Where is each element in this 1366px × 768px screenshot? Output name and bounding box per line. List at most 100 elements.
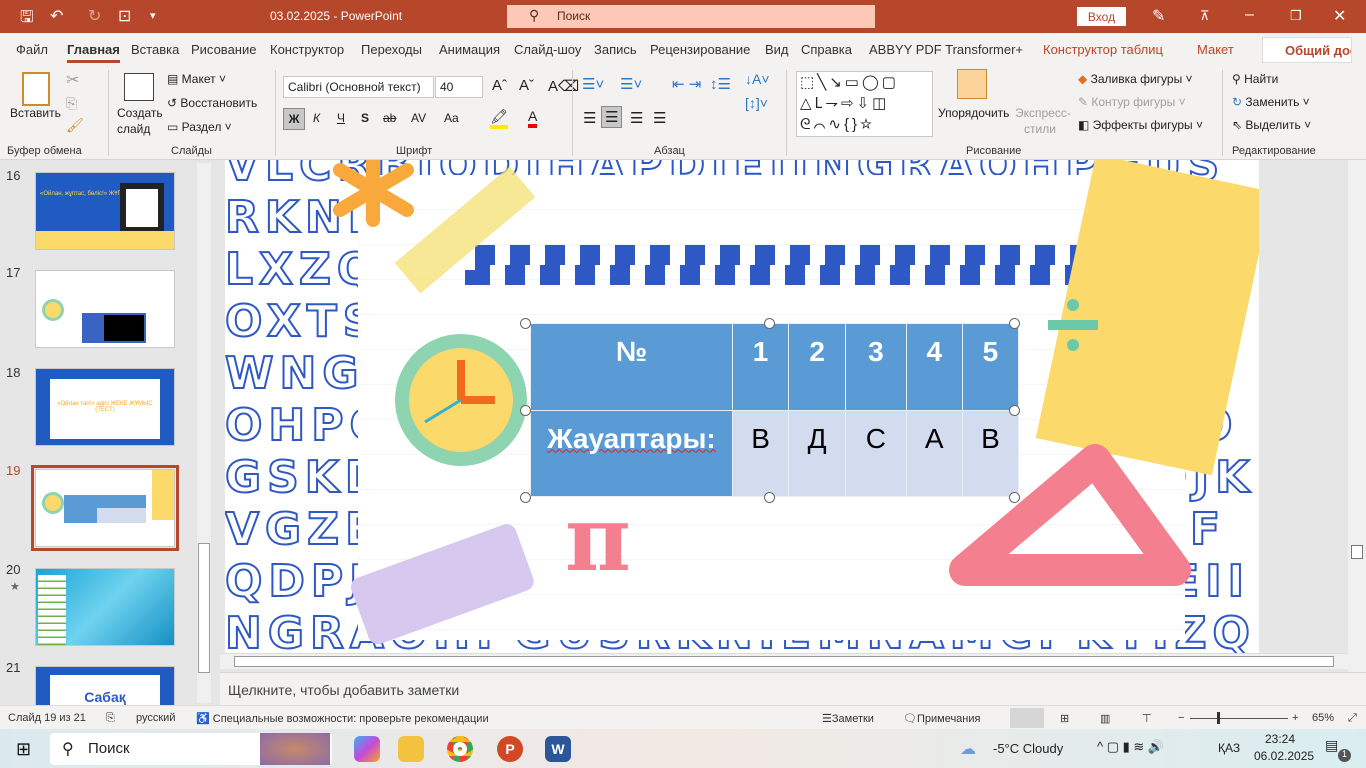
replace-button[interactable]: ↻ Заменить ˅ bbox=[1232, 95, 1310, 109]
search-box[interactable]: ⚲ Поиск bbox=[507, 5, 875, 28]
customize-qat-icon[interactable]: ▾ bbox=[150, 9, 156, 22]
tab-help[interactable]: Справка bbox=[801, 42, 852, 57]
tab-design[interactable]: Конструктор bbox=[270, 42, 344, 57]
slide-thumbnail-21[interactable]: Сабақ bbox=[35, 666, 175, 706]
shapes-gallery[interactable]: ⬚╲↘▭◯▢ △Ⳑ⇁⇨⇩◫ ᘓ⌒∿{}☆ bbox=[796, 71, 933, 137]
shrink-font-icon[interactable]: Aˇ bbox=[519, 77, 534, 94]
answer-table[interactable]: № 1 2 3 4 5 Жауаптары: В Д С А В bbox=[530, 323, 1020, 497]
shape-outline-button[interactable]: ✎ Контур фигуры ˅ bbox=[1078, 95, 1186, 109]
word-icon[interactable]: W bbox=[545, 736, 571, 762]
table-cell[interactable]: В bbox=[961, 409, 1020, 497]
comments-button[interactable]: 🗨Примечания bbox=[903, 712, 980, 725]
minimize-icon[interactable]: – bbox=[1245, 6, 1254, 24]
cut-icon[interactable]: ✂ bbox=[66, 70, 79, 90]
spellcheck-icon[interactable]: ⎘ bbox=[106, 712, 115, 725]
justify-icon[interactable]: ☰ bbox=[653, 109, 666, 127]
tray-icons[interactable]: ^ ▢ ▮ ≋ 🔊 bbox=[1097, 739, 1164, 755]
zoom-slider-thumb[interactable] bbox=[1217, 712, 1220, 724]
copy-icon[interactable]: ⎘ bbox=[66, 95, 77, 112]
bold-button[interactable]: Ж bbox=[283, 108, 305, 130]
copilot-icon[interactable] bbox=[354, 736, 380, 762]
login-button[interactable]: Вход bbox=[1077, 7, 1126, 26]
scrollbar-thumb[interactable] bbox=[234, 656, 1334, 667]
file-explorer-icon[interactable] bbox=[398, 736, 424, 762]
table-cell[interactable]: А bbox=[905, 409, 963, 497]
scrollbar-thumb[interactable] bbox=[1351, 545, 1363, 559]
table-cell[interactable]: 4 bbox=[905, 323, 963, 411]
select-button[interactable]: ⇖ Выделить ˅ bbox=[1232, 118, 1311, 132]
slide-thumbnail-17[interactable] bbox=[35, 270, 175, 348]
tab-table-layout[interactable]: Макет bbox=[1197, 42, 1234, 57]
tab-draw[interactable]: Рисование bbox=[191, 42, 256, 57]
slide-sorter-icon[interactable]: ⊞ bbox=[1060, 712, 1069, 725]
numbering-icon[interactable]: ☰˅ bbox=[620, 75, 642, 93]
normal-view-button[interactable] bbox=[1010, 708, 1044, 728]
chrome-icon[interactable] bbox=[447, 736, 473, 762]
clock-time[interactable]: 23:24 bbox=[1265, 732, 1295, 746]
resize-handle[interactable] bbox=[764, 318, 775, 329]
reading-view-icon[interactable]: ▥ bbox=[1100, 712, 1110, 725]
clock-date[interactable]: 06.02.2025 bbox=[1254, 749, 1314, 763]
share-button[interactable]: Общий доступ bbox=[1262, 37, 1352, 63]
resize-handle[interactable] bbox=[1009, 405, 1020, 416]
table-cell[interactable]: С bbox=[845, 409, 907, 497]
layout-button[interactable]: ▤ Макет ˅ bbox=[167, 72, 226, 86]
table-cell[interactable]: Д bbox=[788, 409, 847, 497]
align-center-icon[interactable]: ☰ bbox=[601, 106, 623, 128]
reset-button[interactable]: ↺ Восстановить bbox=[167, 96, 257, 110]
font-size-select[interactable]: 40 bbox=[435, 76, 483, 98]
redo-icon[interactable]: ↻ bbox=[88, 6, 101, 26]
weather-text[interactable]: -5°C Cloudy bbox=[993, 741, 1063, 756]
font-name-select[interactable]: Calibri (Основной текст) bbox=[283, 76, 434, 98]
present-icon[interactable]: ⊡ bbox=[118, 6, 131, 26]
quick-styles-button[interactable]: Экспресс- bbox=[1015, 106, 1071, 120]
powerpoint-icon[interactable]: P bbox=[497, 736, 523, 762]
save-icon[interactable]: 🖫 bbox=[20, 6, 34, 33]
vertical-scrollbar[interactable] bbox=[1348, 160, 1366, 672]
text-direction-icon[interactable]: ↓A˅ bbox=[745, 71, 770, 87]
restore-icon[interactable]: ❐ bbox=[1290, 8, 1302, 24]
tab-view[interactable]: Вид bbox=[765, 42, 789, 57]
tab-record[interactable]: Запись bbox=[594, 42, 637, 57]
designer-icon[interactable]: ✎ bbox=[1152, 6, 1165, 26]
scrollbar-thumb[interactable] bbox=[198, 543, 210, 673]
weather-icon[interactable]: ☁ bbox=[960, 739, 976, 759]
format-painter-icon[interactable]: 🖌 bbox=[66, 117, 84, 134]
grow-font-icon[interactable]: Aˆ bbox=[492, 77, 507, 94]
tab-file[interactable]: Файл bbox=[16, 42, 48, 57]
slideshow-icon[interactable]: ⊤ bbox=[1142, 712, 1152, 725]
horizontal-scrollbar[interactable] bbox=[220, 653, 1348, 669]
tab-abbyy[interactable]: ABBYY PDF Transformer+ bbox=[869, 42, 1023, 57]
italic-button[interactable]: К bbox=[313, 111, 320, 125]
table-cell[interactable]: 2 bbox=[788, 323, 847, 411]
table-cell[interactable]: 5 bbox=[961, 323, 1020, 411]
language-status[interactable]: русский bbox=[136, 712, 175, 724]
shadow-button[interactable]: S bbox=[361, 111, 369, 125]
notes-button[interactable]: ☰Заметки bbox=[822, 712, 874, 725]
align-right-icon[interactable]: ☰ bbox=[630, 109, 643, 127]
notes-pane[interactable]: Щелкните, чтобы добавить заметки bbox=[220, 672, 1366, 705]
new-slide-button[interactable]: Создать bbox=[117, 106, 163, 120]
resize-handle[interactable] bbox=[1009, 492, 1020, 503]
zoom-in-icon[interactable]: + bbox=[1292, 712, 1298, 724]
taskbar-search[interactable]: ⚲ Поиск bbox=[50, 733, 332, 765]
slide-thumbnail-20[interactable] bbox=[35, 568, 175, 646]
shape-fill-button[interactable]: ◆ Заливка фигуры ˅ bbox=[1078, 72, 1193, 86]
table-cell[interactable]: В bbox=[731, 409, 790, 497]
resize-handle[interactable] bbox=[520, 318, 531, 329]
char-spacing-button[interactable]: AV bbox=[411, 111, 426, 125]
table-cell[interactable]: Жауаптары: bbox=[530, 409, 733, 497]
zoom-level[interactable]: 65% bbox=[1312, 712, 1334, 724]
section-button[interactable]: ▭ Раздел ˅ bbox=[167, 120, 232, 134]
tab-review[interactable]: Рецензирование bbox=[650, 42, 750, 57]
align-text-icon[interactable]: [↕]˅ bbox=[745, 95, 768, 111]
align-left-icon[interactable]: ☰ bbox=[583, 109, 596, 127]
table-cell[interactable]: № bbox=[530, 323, 733, 411]
resize-handle[interactable] bbox=[764, 492, 775, 503]
shape-effects-button[interactable]: ◧ Эффекты фигуры ˅ bbox=[1078, 118, 1203, 132]
accessibility-status[interactable]: ♿ Специальные возможности: проверьте рек… bbox=[196, 712, 489, 725]
underline-button[interactable]: Ч bbox=[337, 111, 345, 125]
undo-icon[interactable]: ↶ bbox=[50, 6, 63, 26]
resize-handle[interactable] bbox=[1009, 318, 1020, 329]
windows-start-icon[interactable]: ⊞ bbox=[16, 739, 31, 760]
